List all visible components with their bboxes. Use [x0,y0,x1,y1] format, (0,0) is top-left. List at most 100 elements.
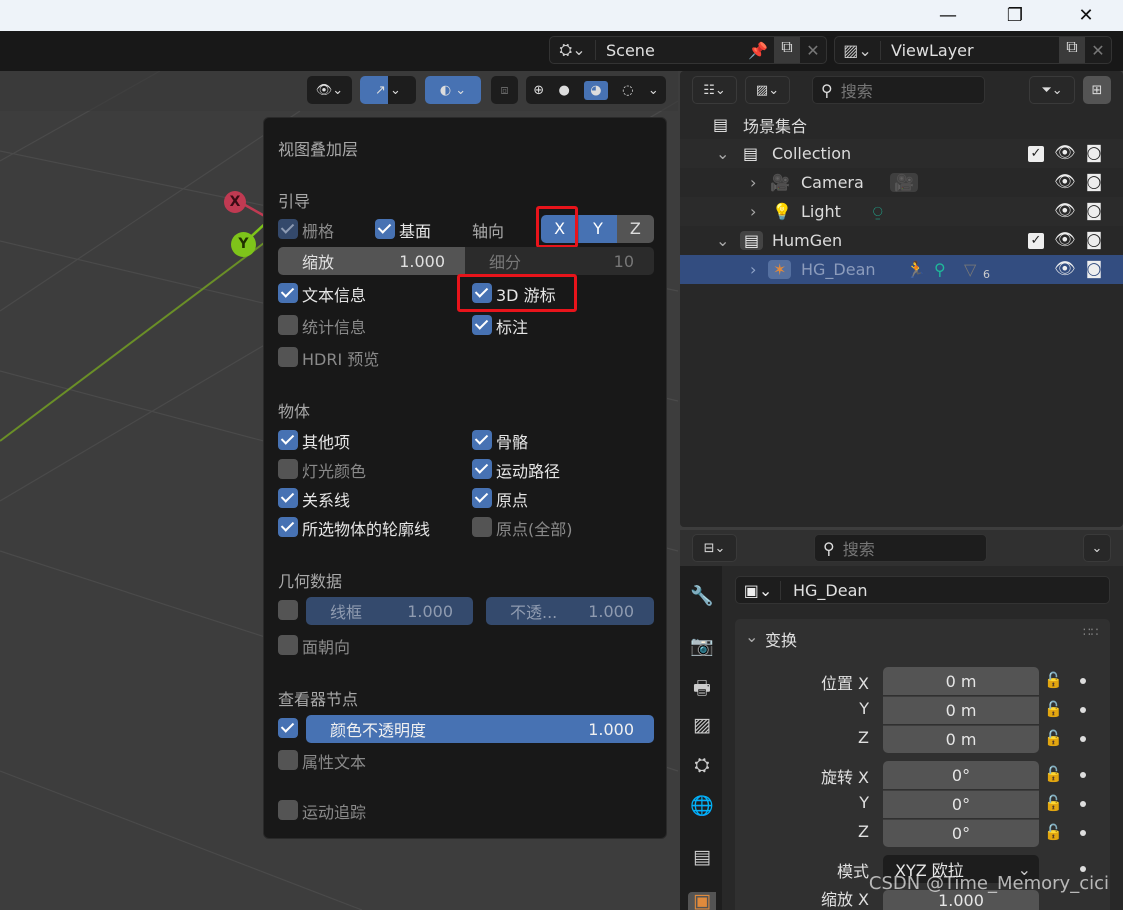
light-data-icon[interactable]: ⍜ [873,202,883,222]
chevron-down-icon[interactable]: ⌄ [745,627,758,646]
rendered-shading-icon[interactable]: ◌ [622,83,633,98]
object-tab-icon[interactable]: ▣ [688,892,716,910]
outliner-row-collection[interactable]: ⌄ ▤ Collection ✓ 👁 ◙ [680,139,1123,168]
color-opacity-field[interactable]: 颜色不透明度 1.000 [306,715,654,743]
view-layer-filter-dropdown[interactable]: ▨⌄ [745,76,790,104]
maximize-button[interactable]: ❐ [992,0,1038,31]
transform-panel-title[interactable]: 变换 [765,627,797,651]
eye-icon[interactable]: 👁 [1054,259,1076,279]
keyframe-dot-icon[interactable] [1080,736,1086,742]
solid-shading-icon[interactable]: ● [559,83,570,98]
outliner-row-humgen[interactable]: ⌄ ▤ HumGen ✓ 👁 ◙ [680,226,1123,255]
origins-all-checkbox[interactable] [472,517,492,537]
armature-data-icon[interactable]: ⚲ [934,260,946,279]
keyframe-dot-icon[interactable] [1080,678,1086,684]
drag-handle-icon[interactable]: ∷∷ [1083,625,1098,639]
grid-checkbox[interactable] [278,219,298,239]
view-layer-name[interactable]: ViewLayer [881,41,1059,60]
outline-selected-checkbox[interactable] [278,517,298,537]
outliner-search-input[interactable]: ⚲ 搜索 [812,76,985,104]
delete-view-layer-icon[interactable]: ✕ [1085,41,1111,60]
camera-render-icon[interactable]: ◙ [1084,230,1104,250]
hdri-preview-checkbox[interactable] [278,347,298,367]
shading-mode-buttons[interactable]: ⊕ ● ◕ ◌ ⌄ [526,76,666,104]
floor-checkbox[interactable] [375,219,395,239]
armature-pose-icon[interactable]: 🏃 [906,260,926,279]
lock-icon[interactable]: 🔓 [1044,823,1063,841]
keyframe-dot-icon[interactable] [1080,830,1086,836]
gizmo-y-axis[interactable]: Y [231,232,256,257]
rotation-y-field[interactable]: 0° [883,790,1039,818]
light-colors-checkbox[interactable] [278,459,298,479]
tool-tab-icon[interactable]: 🔧 [688,584,716,612]
eye-icon[interactable]: 👁 [1054,172,1076,192]
new-collection-button[interactable]: ⊞ [1083,76,1111,104]
new-view-layer-icon[interactable]: ⧉ [1059,37,1085,63]
location-z-field[interactable]: 0 m [883,725,1039,753]
face-orientation-checkbox[interactable] [278,635,298,655]
eye-icon[interactable]: 👁 [1054,230,1076,250]
wireframe-field[interactable]: 线框 1.000 [306,597,473,625]
text-info-checkbox[interactable] [278,283,298,303]
output-tab-icon[interactable]: 🖶 [688,674,716,702]
motion-paths-checkbox[interactable] [472,459,492,479]
lock-icon[interactable]: 🔓 [1044,671,1063,689]
statistics-checkbox[interactable] [278,315,298,335]
keyframe-dot-icon[interactable] [1080,772,1086,778]
outliner-row-light[interactable]: › 💡 Light ⍜ 👁 ◙ [680,197,1123,226]
scene-name[interactable]: Scene [596,41,748,60]
outliner-row-camera[interactable]: › 🎥 Camera 🎥 👁 ◙ [680,168,1123,197]
origins-checkbox[interactable] [472,488,492,508]
display-mode-dropdown[interactable]: ☷⌄ [692,76,737,104]
axis-y-toggle[interactable]: Y [578,215,617,243]
properties-search-input[interactable]: ⚲ 搜索 [814,534,987,562]
scene-tab-icon[interactable]: ⛭ [688,754,716,782]
scene-icon[interactable]: ⛭⌄ [550,40,596,60]
wireframe-checkbox[interactable] [278,600,298,620]
view-layer-selector[interactable]: ▨⌄ ViewLayer ⧉ ✕ [834,36,1112,64]
chevron-down-icon[interactable]: ⌄ [716,144,729,163]
grid-scale-field[interactable]: 缩放 1.000 [278,247,465,275]
world-tab-icon[interactable]: 🌐 [688,794,716,822]
keyframe-dot-icon[interactable] [1080,801,1086,807]
material-preview-shading-icon[interactable]: ◕ [584,80,608,100]
gizmo-x-axis[interactable]: X [224,191,246,213]
delete-scene-icon[interactable]: ✕ [800,41,826,60]
minimize-button[interactable]: — [925,0,971,31]
chevron-right-icon[interactable]: › [750,173,756,192]
eye-icon[interactable]: 👁 [1054,143,1076,163]
xray-toggle-button[interactable]: ⧈ [491,76,518,104]
view-layer-icon[interactable]: ▨⌄ [835,40,881,60]
filter-dropdown[interactable]: ⏷⌄ [1029,76,1075,104]
camera-render-icon[interactable]: ◙ [1084,201,1104,221]
keyframe-dot-icon[interactable] [1080,866,1086,872]
rotation-z-field[interactable]: 0° [883,819,1039,847]
close-window-button[interactable]: ✕ [1063,0,1109,31]
location-x-field[interactable]: 0 m [883,667,1039,695]
color-opacity-checkbox[interactable] [278,718,298,738]
chevron-right-icon[interactable]: › [750,202,756,221]
axis-z-toggle[interactable]: Z [616,215,654,243]
lock-icon[interactable]: 🔓 [1044,794,1063,812]
camera-render-icon[interactable]: ◙ [1084,259,1104,279]
editor-type-dropdown[interactable]: ⊟⌄ [692,534,737,562]
grid-subdivisions-field[interactable]: 细分 10 [465,247,654,275]
visibility-selectability-button[interactable]: 👁⌄ [307,76,352,104]
options-dropdown[interactable]: ⌄ [1083,534,1111,562]
lock-icon[interactable]: 🔓 [1044,765,1063,783]
lock-icon[interactable]: 🔓 [1044,700,1063,718]
lock-icon[interactable]: 🔓 [1044,729,1063,747]
wireframe-opacity-field[interactable]: 不透... 1.000 [486,597,654,625]
bones-checkbox[interactable] [472,430,492,450]
outliner-row-scene-collection[interactable]: ▤ 场景集合 [680,110,1123,139]
camera-data-icon[interactable]: 🎥 [890,173,918,192]
pin-icon[interactable]: 📌 [748,41,774,60]
wireframe-shading-icon[interactable]: ⊕ [533,83,544,98]
keyframe-dot-icon[interactable] [1080,707,1086,713]
mesh-data-icon[interactable]: ▽ [964,260,976,279]
camera-render-icon[interactable]: ◙ [1084,172,1104,192]
new-scene-icon[interactable]: ⧉ [774,37,800,63]
object-name-field[interactable]: ▣⌄ HG_Dean [735,576,1110,604]
gizmo-toggle-button[interactable]: ↗ ⌄ [360,76,416,104]
annotations-checkbox[interactable] [472,315,492,335]
